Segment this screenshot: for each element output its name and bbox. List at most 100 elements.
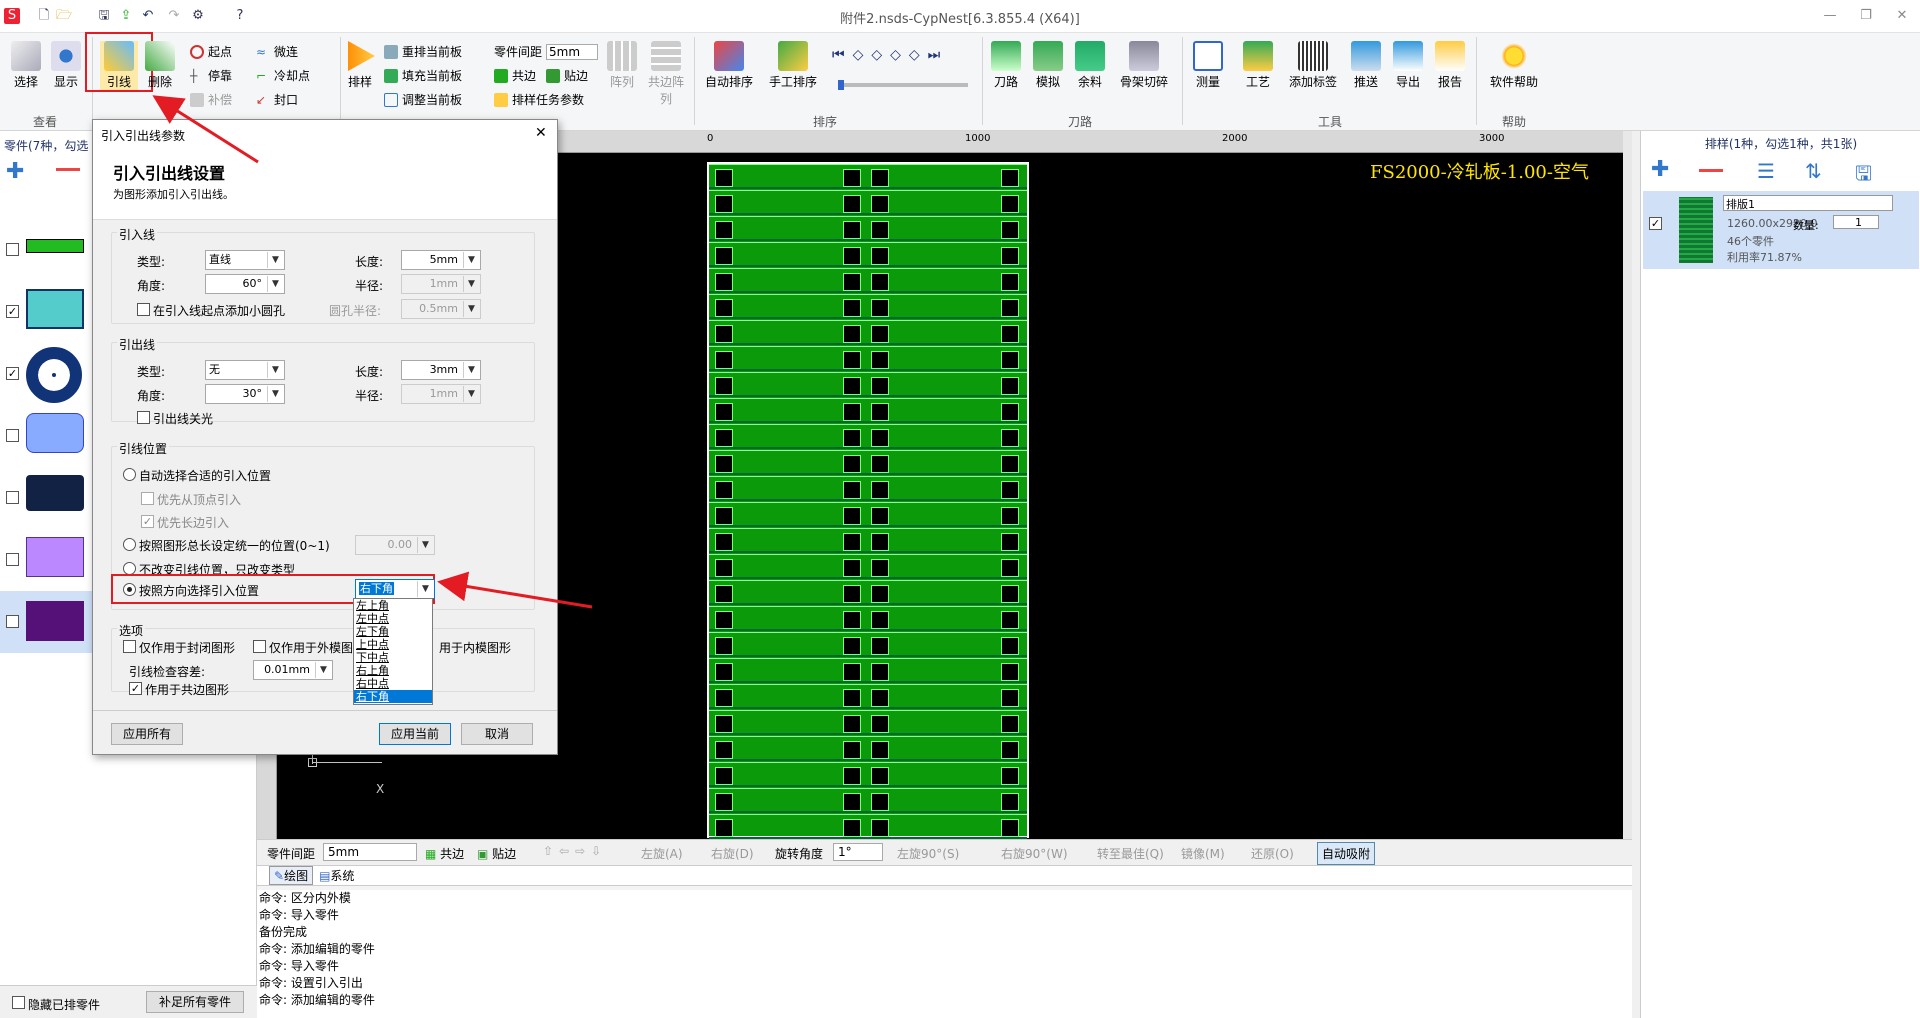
push-button[interactable]: 推送 xyxy=(1348,41,1384,90)
hide-nested-checkbox[interactable] xyxy=(12,996,25,1009)
save-plate-icon[interactable]: 🖫 xyxy=(1855,159,1872,193)
display-button[interactable]: 显示 xyxy=(48,41,84,90)
sort-progress-slider[interactable] xyxy=(838,80,968,90)
inner-only-label[interactable]: 用于内模图形 xyxy=(439,639,511,656)
leadin-angle-field[interactable]: 60° ▼ xyxy=(205,274,285,294)
direction-option[interactable]: 左上角 xyxy=(354,599,432,612)
remainder-button[interactable]: 余料 xyxy=(1072,41,1108,90)
leadin-radius-field[interactable]: 1mm ▼ xyxy=(401,274,481,294)
prefer-vertex-checkbox[interactable] xyxy=(141,492,154,505)
measure-button[interactable]: 测量 xyxy=(1190,41,1226,90)
laser-off-checkbox[interactable] xyxy=(137,411,150,424)
minimize-icon[interactable]: — xyxy=(1822,8,1838,24)
dialog-close-icon[interactable]: ✕ xyxy=(535,125,547,141)
leadout-type-select[interactable]: 无 ▼ xyxy=(205,360,285,380)
tab-draw[interactable]: ✎绘图 xyxy=(269,866,314,885)
simulate-button[interactable]: 模拟 xyxy=(1030,41,1066,90)
leadout-radius-field[interactable]: 1mm ▼ xyxy=(401,384,481,404)
plate-name-input[interactable]: 排版1 xyxy=(1723,195,1893,211)
rotate-right-button[interactable]: 右旋(D) xyxy=(711,845,754,862)
seal-button[interactable]: ↙ 封口 xyxy=(256,91,298,108)
direction-option[interactable]: 上中点 xyxy=(354,638,432,651)
report-button[interactable]: 报告 xyxy=(1432,41,1468,90)
part-checkbox[interactable] xyxy=(6,243,19,256)
direction-select[interactable]: 右下角 ▼ xyxy=(355,579,435,599)
direction-dropdown-list[interactable]: 左上角 左中点 左下角 上中点 下中点 右上角 右中点 右下角 xyxy=(353,598,433,705)
vertical-scrollbar[interactable] xyxy=(1623,131,1632,839)
task-params-button[interactable]: 排样任务参数 xyxy=(494,91,584,108)
mirror-button[interactable]: 镜像(M) xyxy=(1181,845,1225,862)
uniform-position-radio[interactable] xyxy=(123,538,136,551)
outer-only-checkbox[interactable] xyxy=(253,640,266,653)
remove-plate-icon[interactable] xyxy=(1699,169,1723,172)
software-help-button[interactable]: 软件帮助 xyxy=(1484,41,1544,90)
cancel-button[interactable]: 取消 xyxy=(461,723,533,745)
rotate-left-button[interactable]: 左旋(A) xyxy=(641,845,683,862)
renest-button[interactable]: 重排当前板 xyxy=(384,43,462,60)
plate-item[interactable]: ✓ 排版1 1260.00x2920.0 数量: 1 46个零件 利用率71.8… xyxy=(1643,191,1919,269)
sort-icon[interactable]: ⇅ xyxy=(1805,159,1822,183)
leadin-length-field[interactable]: 5mm ▼ xyxy=(401,250,481,270)
nested-plate[interactable] xyxy=(707,162,1029,839)
sort-step-controls[interactable]: ⏮◇◇◇◇⏭ xyxy=(832,47,948,63)
direction-option[interactable]: 左下角 xyxy=(354,625,432,638)
move-arrows[interactable]: ⇧⇦⇨⇩ xyxy=(543,844,607,858)
spacing-field[interactable]: 零件间距 5mm xyxy=(494,43,599,60)
start-point-button[interactable]: 起点 xyxy=(190,43,232,60)
hole-radius-field[interactable]: 0.5mm ▼ xyxy=(401,299,481,319)
add-part-icon[interactable]: ✚ xyxy=(6,159,24,184)
apply-current-button[interactable]: 应用当前 xyxy=(379,723,451,745)
restore-button[interactable]: 还原(O) xyxy=(1251,845,1294,862)
auto-position-radio[interactable] xyxy=(123,468,136,481)
part-checkbox[interactable]: ✓ xyxy=(6,305,19,318)
stick-edge-toggle[interactable]: ▣ 贴边 xyxy=(477,845,516,862)
uniform-position-field[interactable]: 0.00 ▼ xyxy=(355,535,435,555)
export-button[interactable]: 导出 xyxy=(1390,41,1426,90)
restore-icon[interactable]: ❐ xyxy=(1858,8,1874,24)
direction-option[interactable]: 下中点 xyxy=(354,651,432,664)
leadout-length-field[interactable]: 3mm ▼ xyxy=(401,360,481,380)
tolerance-field[interactable]: 0.01mm ▼ xyxy=(253,660,333,680)
closed-only-checkbox[interactable] xyxy=(123,640,136,653)
tab-system[interactable]: ▤系统 xyxy=(319,867,354,884)
pause-button[interactable]: ┼ 停靠 xyxy=(190,67,232,84)
part-checkbox[interactable] xyxy=(6,615,19,628)
leadout-angle-field[interactable]: 30° ▼ xyxy=(205,384,285,404)
common-edge-button[interactable]: 共边 xyxy=(494,67,536,84)
rotate-best-button[interactable]: 转至最佳(Q) xyxy=(1097,845,1164,862)
nest-button[interactable]: 排样 xyxy=(342,41,378,90)
skeleton-cut-button[interactable]: 骨架切碎 xyxy=(1114,41,1174,90)
direction-option[interactable]: 右上角 xyxy=(354,664,432,677)
coolpoint-button[interactable]: ⌐ 冷却点 xyxy=(256,67,310,84)
remove-part-icon[interactable] xyxy=(56,168,80,171)
slider-thumb[interactable] xyxy=(838,80,844,90)
bottom-spacing-input[interactable]: 5mm xyxy=(323,843,417,861)
rotate-left90-button[interactable]: 左旋90°(S) xyxy=(897,845,959,862)
spacing-input[interactable]: 5mm xyxy=(546,43,599,60)
plate-qty-input[interactable]: 1 xyxy=(1833,215,1879,229)
add-label-button[interactable]: 添加标签 xyxy=(1284,41,1342,90)
path-button[interactable]: 刀路 xyxy=(988,41,1024,90)
common-edge-toggle[interactable]: ▦ 共边 xyxy=(425,845,464,862)
part-checkbox[interactable]: ✓ xyxy=(6,367,19,380)
common-array-button[interactable]: 共边阵列 xyxy=(646,41,686,107)
adjust-button[interactable]: 调整当前板 xyxy=(384,91,462,108)
array-button[interactable]: 阵列 xyxy=(606,41,638,90)
auto-adsorb-toggle[interactable]: 自动吸附 xyxy=(1317,842,1376,865)
part-checkbox[interactable] xyxy=(6,491,19,504)
rotation-angle-select[interactable]: 1° xyxy=(833,843,883,861)
direction-option[interactable]: 右下角 xyxy=(354,690,432,703)
microjoint-button[interactable]: ≈ 微连 xyxy=(256,43,298,60)
process-button[interactable]: 工艺 xyxy=(1240,41,1276,90)
apply-all-button[interactable]: 应用所有 xyxy=(111,723,183,745)
direction-option[interactable]: 左中点 xyxy=(354,612,432,625)
leadin-hole-checkbox[interactable] xyxy=(137,303,150,316)
direction-position-radio[interactable] xyxy=(123,583,136,596)
manual-sort-button[interactable]: 手工排序 xyxy=(764,41,822,90)
fill-button[interactable]: 填充当前板 xyxy=(384,67,462,84)
close-icon[interactable]: ✕ xyxy=(1894,8,1910,24)
stick-edge-button[interactable]: 贴边 xyxy=(546,67,588,84)
select-button[interactable]: 选择 xyxy=(8,41,44,90)
part-checkbox[interactable] xyxy=(6,429,19,442)
add-plate-icon[interactable]: ✚ xyxy=(1651,157,1669,182)
